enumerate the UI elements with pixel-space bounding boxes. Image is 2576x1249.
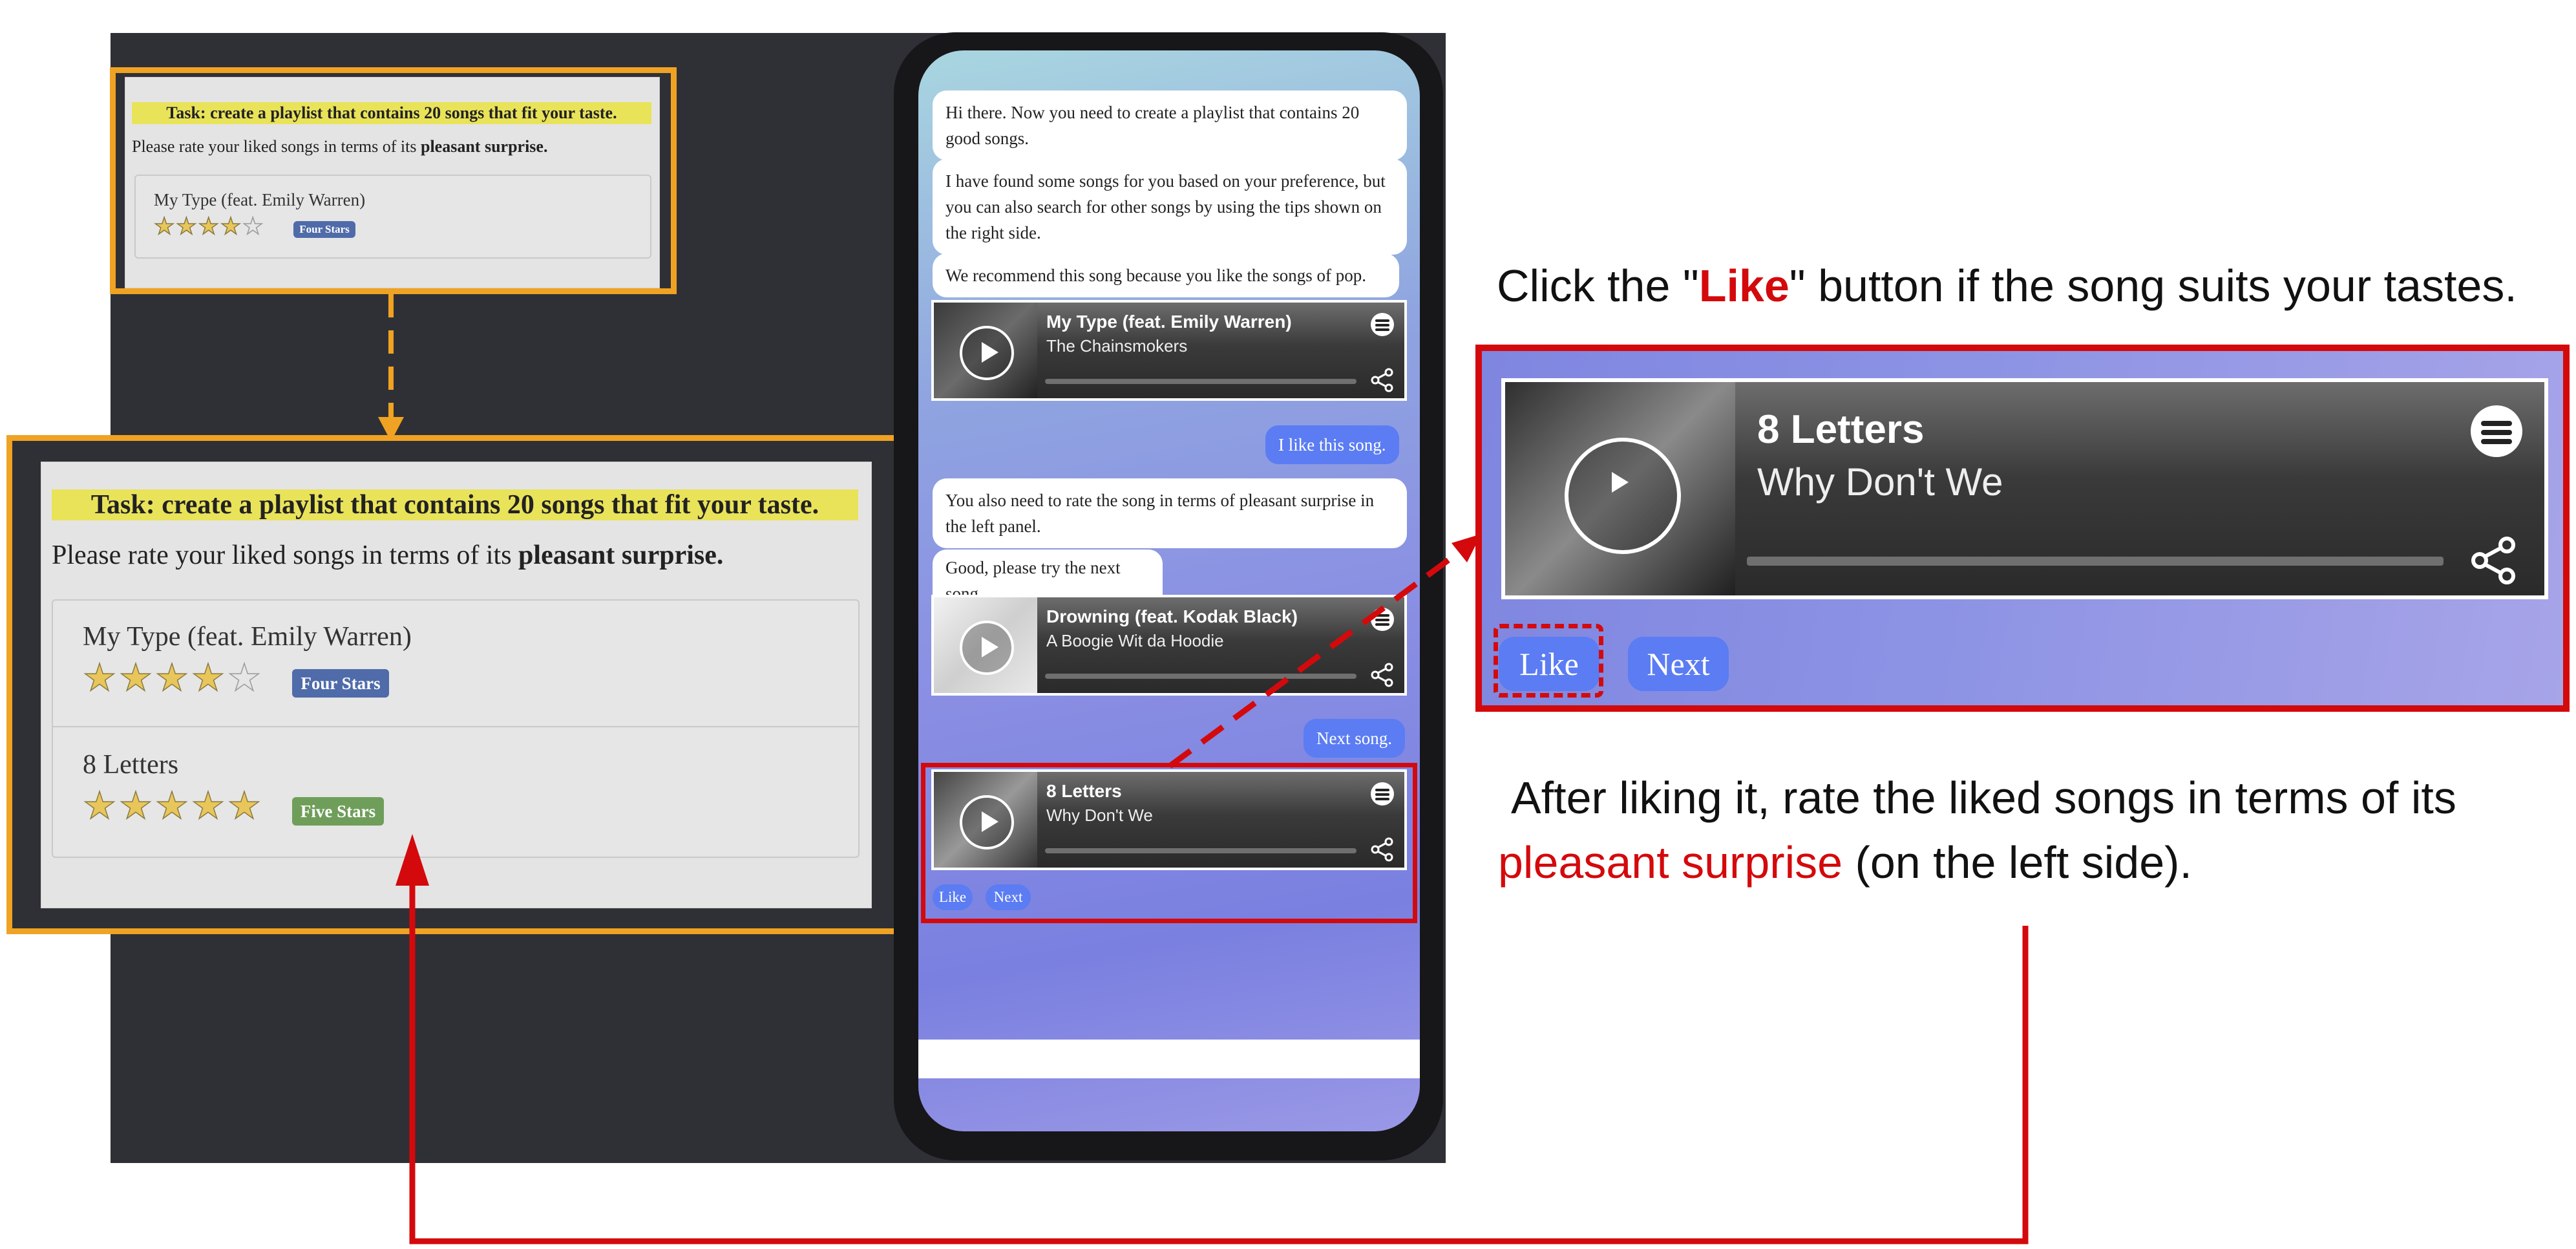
flow-arrow: [396, 834, 2029, 1244]
